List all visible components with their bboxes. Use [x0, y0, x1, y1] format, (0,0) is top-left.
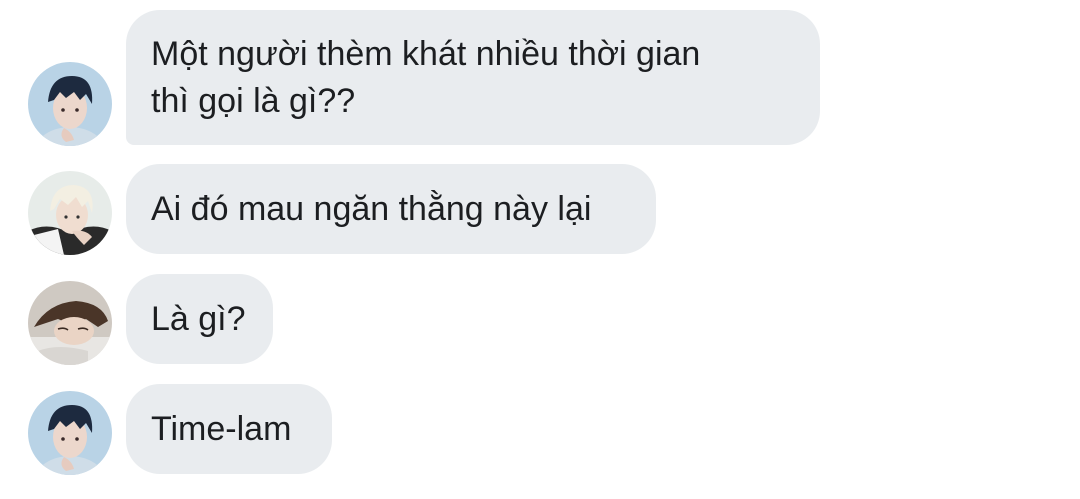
avatar[interactable]: [28, 62, 112, 146]
message-bubble[interactable]: Một người thèm khát nhiều thời gian thì …: [126, 10, 820, 145]
avatar[interactable]: [28, 171, 112, 255]
avatar[interactable]: [28, 391, 112, 475]
message-bubble[interactable]: Là gì?: [126, 274, 273, 364]
message-bubble[interactable]: Ai đó mau ngăn thằng này lại: [126, 164, 656, 254]
avatar-dark-hair-image: [28, 62, 112, 146]
avatar-blond-hair-image: [28, 171, 112, 255]
chat-thread: Một người thèm khát nhiều thời gian thì …: [0, 0, 1080, 499]
avatar-brown-hair-image: [28, 281, 112, 365]
avatar-dark-hair-image: [28, 391, 112, 475]
avatar[interactable]: [28, 281, 112, 365]
message-bubble[interactable]: Time-lam: [126, 384, 332, 474]
